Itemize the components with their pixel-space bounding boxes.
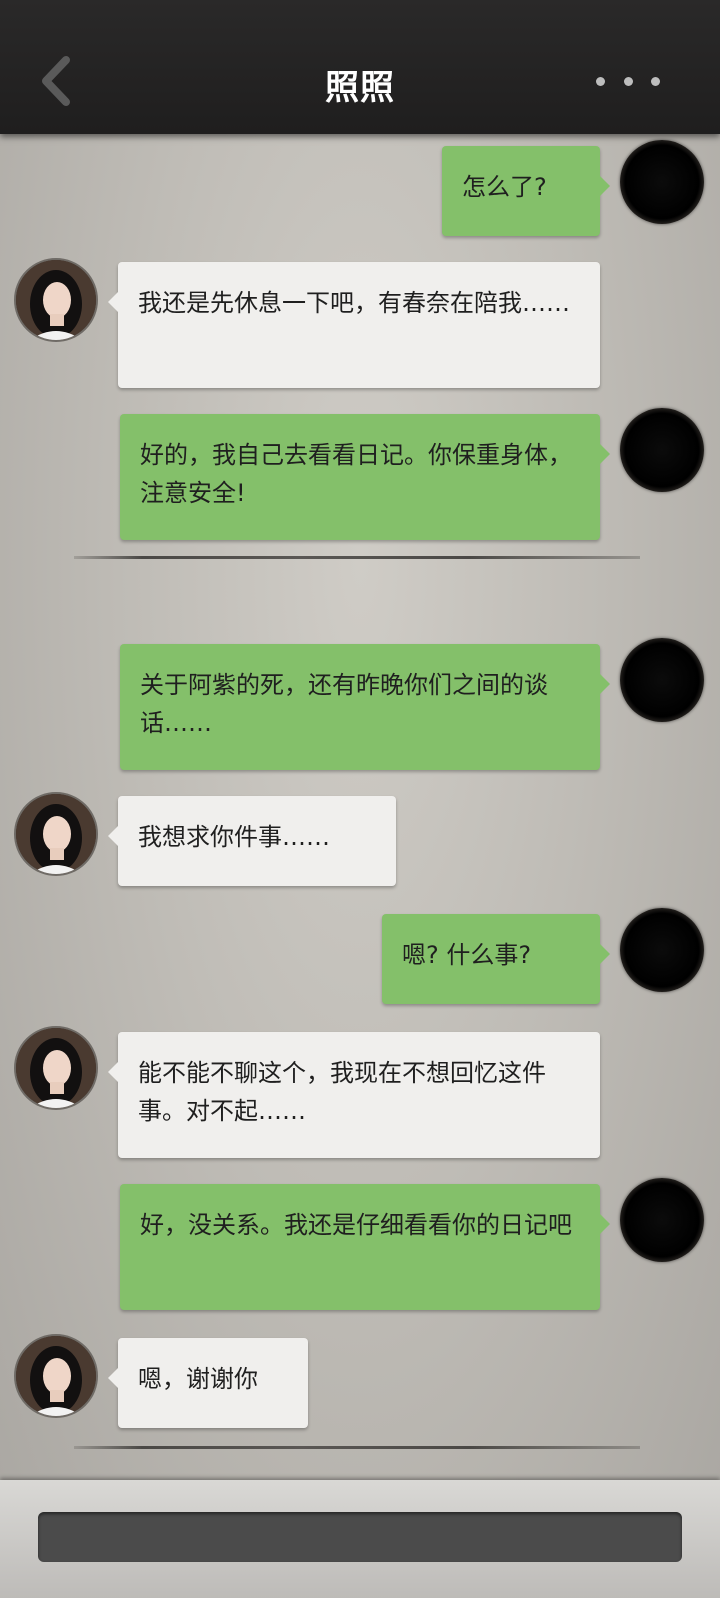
my-avatar[interactable] [620, 1178, 704, 1262]
more-button[interactable] [596, 74, 660, 88]
contact-avatar[interactable] [14, 1334, 98, 1418]
my-message-bubble[interactable]: 好，没关系。我还是仔细看看你的日记吧 [120, 1184, 610, 1310]
message-text: 好，没关系。我还是仔细看看你的日记吧 [140, 1211, 572, 1239]
bottom-bar [0, 1480, 720, 1598]
contact-avatar[interactable] [14, 1026, 98, 1110]
message-text: 嗯，谢谢你 [138, 1365, 258, 1393]
my-message-bubble[interactable]: 关于阿紫的死，还有昨晚你们之间的谈话…… [120, 644, 610, 770]
more-dots-icon [596, 76, 605, 86]
contact-avatar[interactable] [14, 258, 98, 342]
my-message-bubble[interactable]: 怎么了? [442, 146, 610, 236]
my-avatar[interactable] [620, 140, 704, 224]
message-text: 我还是先休息一下吧，有春奈在陪我…… [138, 289, 570, 317]
my-avatar[interactable] [620, 908, 704, 992]
my-message-bubble[interactable]: 好的，我自己去看看日记。你保重身体，注意安全! [120, 414, 610, 540]
section-divider [74, 1446, 640, 1449]
message-text: 我想求你件事…… [138, 823, 330, 851]
contact-message-bubble[interactable]: 能不能不聊这个，我现在不想回忆这件事。对不起…… [108, 1032, 600, 1158]
message-text: 好的，我自己去看看日记。你保重身体，注意安全! [140, 441, 572, 507]
more-dots-icon [651, 76, 660, 86]
more-dots-icon [623, 76, 633, 86]
section-divider [74, 556, 640, 559]
message-text: 关于阿紫的死，还有昨晚你们之间的谈话…… [140, 671, 548, 737]
portrait-image [16, 1028, 96, 1108]
portrait-image [16, 794, 96, 874]
my-message-bubble[interactable]: 嗯? 什么事? [382, 914, 610, 1004]
my-avatar[interactable] [620, 638, 704, 722]
portrait-image [16, 260, 96, 340]
contact-message-bubble[interactable]: 我还是先休息一下吧，有春奈在陪我…… [108, 262, 600, 388]
contact-avatar[interactable] [14, 792, 98, 876]
message-text: 怎么了? [462, 173, 547, 201]
my-avatar[interactable] [620, 408, 704, 492]
message-text: 能不能不聊这个，我现在不想回忆这件事。对不起…… [138, 1059, 546, 1125]
contact-message-bubble[interactable]: 嗯，谢谢你 [108, 1338, 308, 1428]
top-bar: 照照 [0, 0, 720, 134]
portrait-image [16, 1336, 96, 1416]
message-input[interactable] [38, 1512, 682, 1562]
contact-message-bubble[interactable]: 我想求你件事…… [108, 796, 396, 886]
message-text: 嗯? 什么事? [402, 941, 532, 969]
